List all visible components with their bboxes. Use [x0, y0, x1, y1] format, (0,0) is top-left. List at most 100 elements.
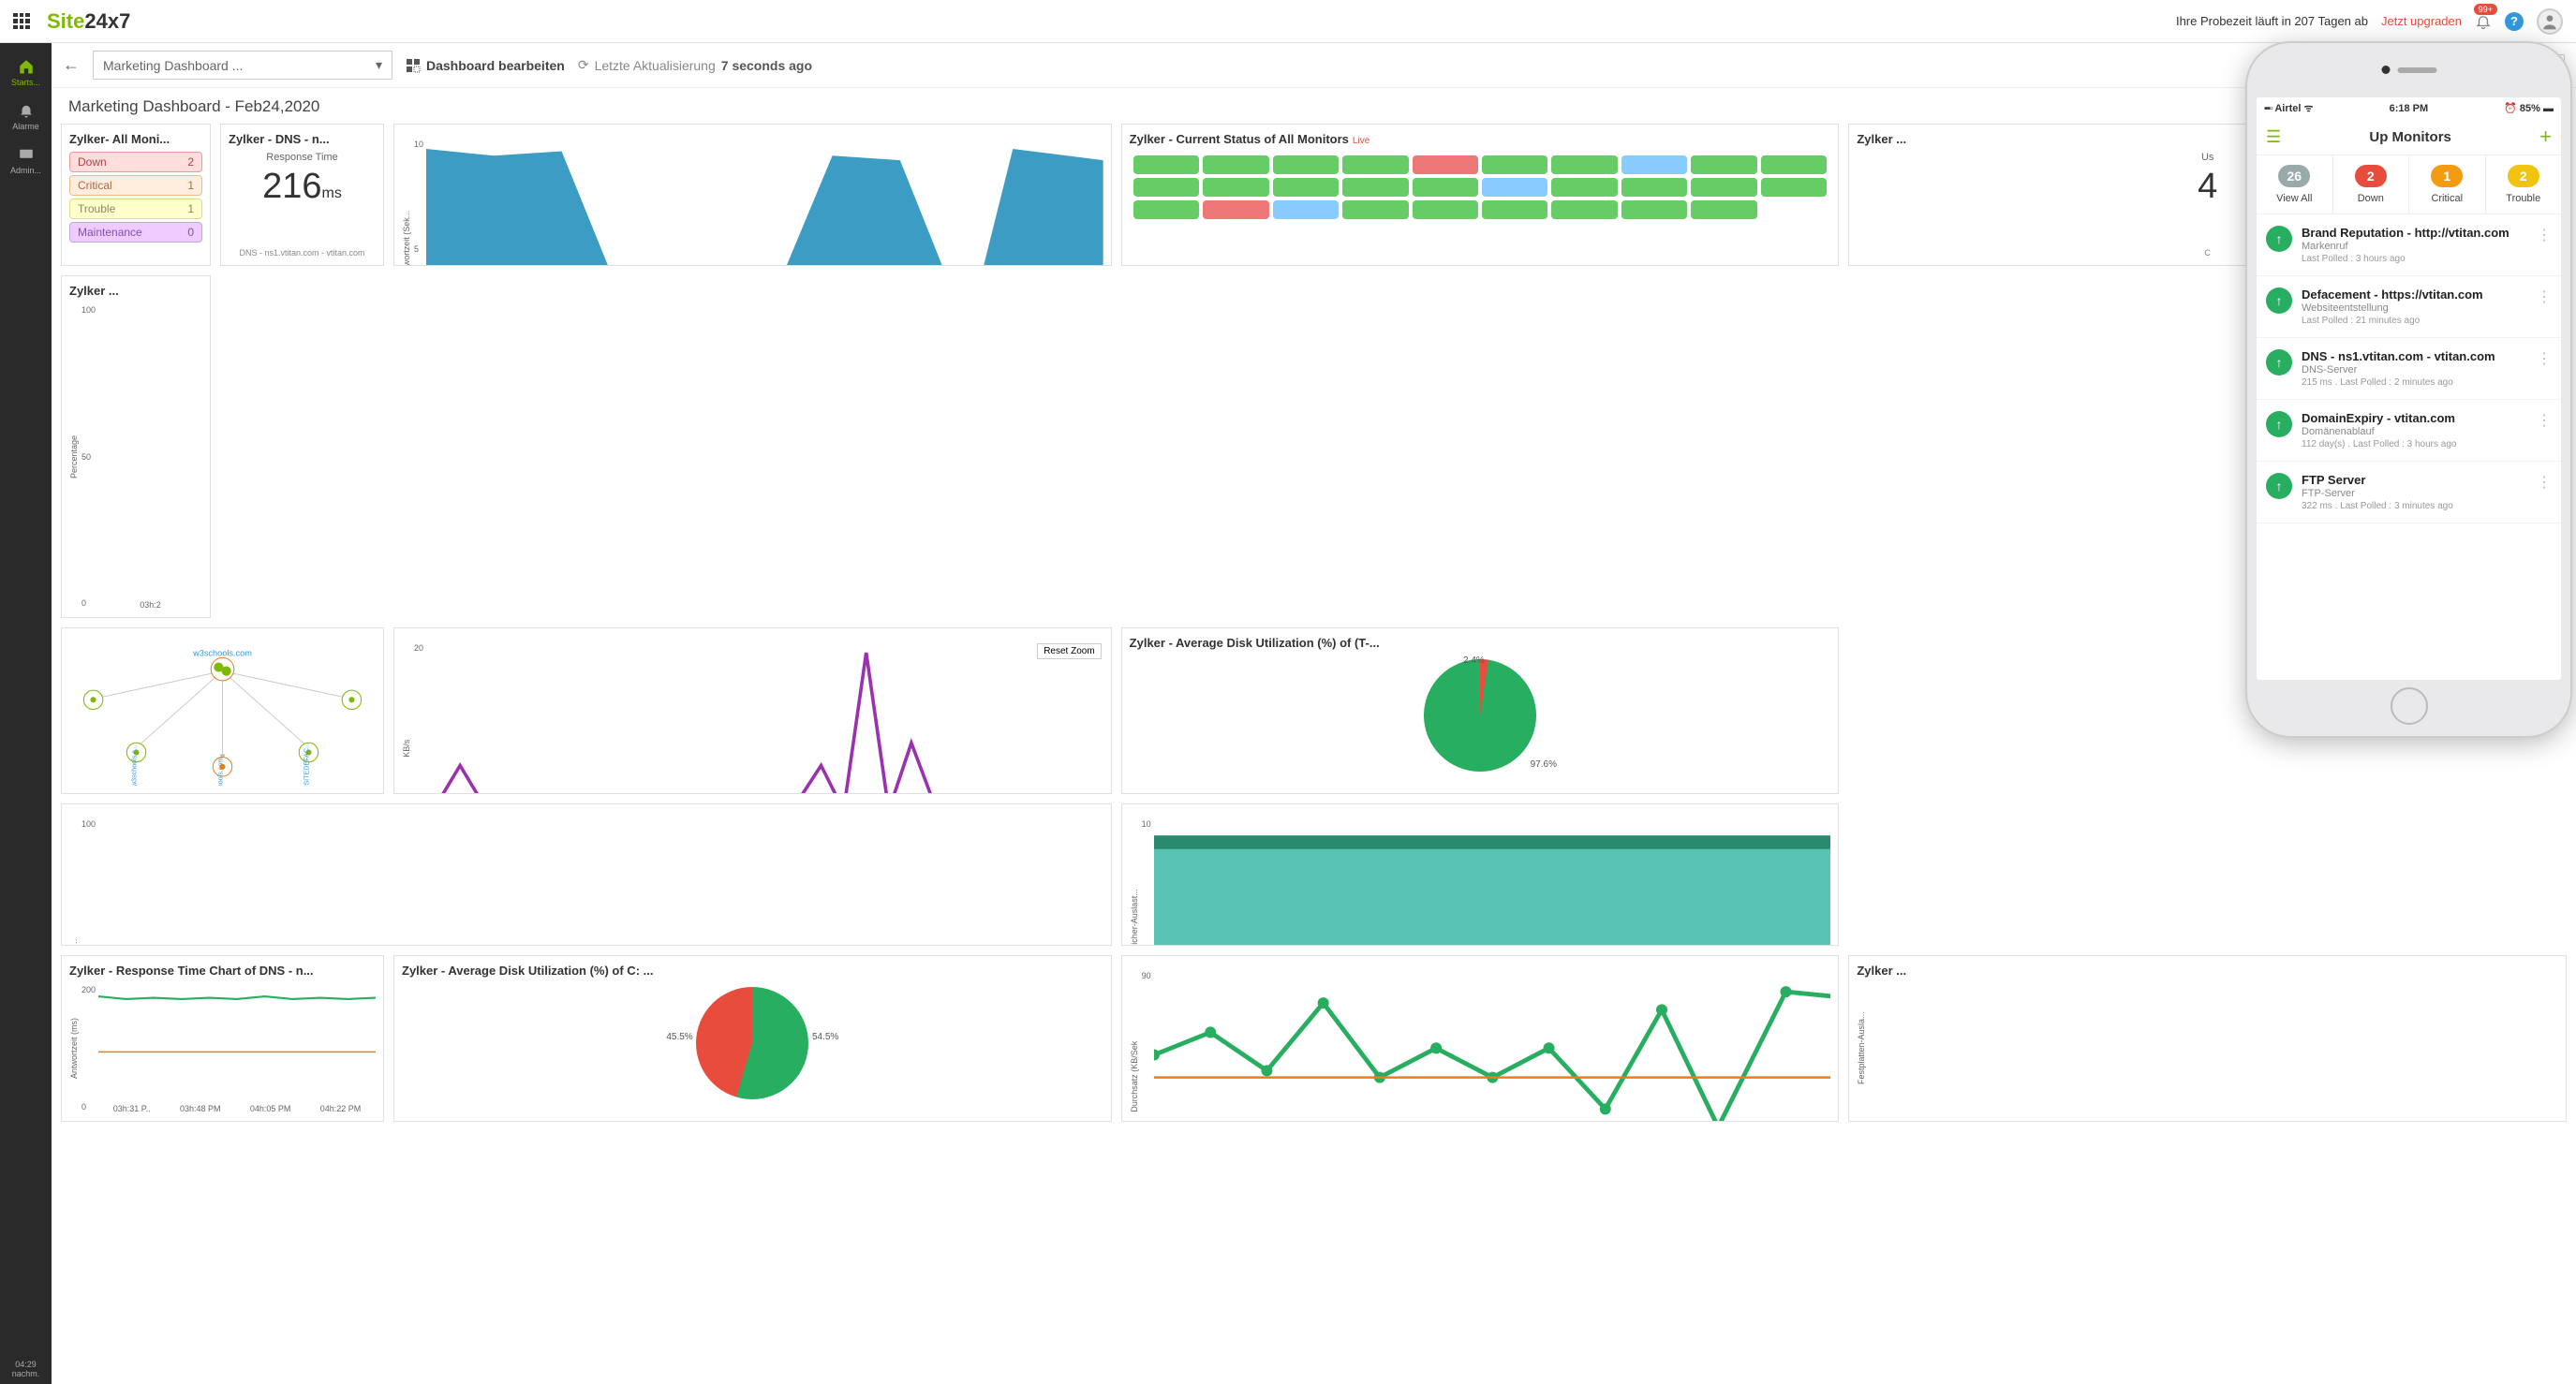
pie-chart[interactable]: 2.4% 97.6%: [1424, 659, 1536, 772]
status-row[interactable]: Critical1: [69, 175, 202, 196]
apps-grid-icon[interactable]: [13, 13, 30, 30]
upgrade-link[interactable]: Jetzt upgraden: [2381, 14, 2462, 28]
y-axis-label: Durchsatz (KB/Sek: [1130, 969, 1139, 1122]
status-cell[interactable]: [1621, 178, 1687, 197]
more-icon[interactable]: ⋮: [2537, 473, 2552, 492]
status-cell[interactable]: [1203, 178, 1268, 197]
more-icon[interactable]: ⋮: [2537, 411, 2552, 430]
status-row[interactable]: Trouble1: [69, 199, 202, 219]
sidebar-item-label: Starts...: [11, 78, 40, 87]
help-icon[interactable]: ?: [2505, 12, 2524, 31]
topology-plot[interactable]: w3schools.com GE-w3: [69, 642, 376, 786]
y-ticks: 90: [1139, 969, 1154, 1122]
svg-text:GE-w3schools.c...: GE-w3schools.c...: [131, 744, 139, 786]
reset-zoom-button[interactable]: Reset Zoom: [1037, 643, 1101, 659]
phone-home-button[interactable]: [2391, 687, 2428, 725]
monitor-item[interactable]: ↑FTP ServerFTP-Server322 ms . Last Polle…: [2257, 462, 2561, 523]
sidebar-item-start[interactable]: Starts...: [0, 51, 52, 95]
status-cell[interactable]: [1273, 155, 1339, 174]
status-row[interactable]: Down2: [69, 152, 202, 172]
notifications-icon[interactable]: 99+: [2475, 13, 2492, 30]
y-ticks: 200: [411, 641, 426, 794]
status-cell[interactable]: [1273, 178, 1339, 197]
status-cell[interactable]: [1482, 178, 1547, 197]
last-refresh[interactable]: ⟳ Letzte Aktualisierung 7 seconds ago: [578, 57, 812, 73]
counter-trouble[interactable]: 2Trouble: [2486, 155, 2562, 213]
status-cell[interactable]: [1413, 200, 1478, 219]
y-ticks: 105: [411, 138, 426, 266]
status-cell[interactable]: [1413, 155, 1478, 174]
status-cell[interactable]: [1273, 200, 1339, 219]
metric-label: Response Time: [229, 152, 376, 163]
counter-critical[interactable]: 1Critical: [2409, 155, 2486, 213]
y-ticks: 100500: [79, 817, 98, 946]
status-cell[interactable]: [1133, 200, 1199, 219]
sidebar-item-label: Admin...: [10, 166, 41, 175]
metric-value: 216ms: [229, 167, 376, 207]
pie-chart[interactable]: 45.5% 54.5%: [696, 987, 808, 1099]
status-cell[interactable]: [1413, 178, 1478, 197]
status-cell-grid: [1130, 152, 1831, 223]
status-row[interactable]: Maintenance0: [69, 222, 202, 243]
status-cell[interactable]: [1203, 155, 1268, 174]
status-cell[interactable]: [1203, 200, 1268, 219]
chart-plot[interactable]: [98, 983, 376, 1102]
status-cell[interactable]: [1551, 200, 1617, 219]
status-cell[interactable]: [1133, 155, 1199, 174]
monitor-list[interactable]: ↑Brand Reputation - http://vtitan.comMar…: [2257, 214, 2561, 680]
back-arrow-icon[interactable]: ←: [63, 55, 80, 75]
more-icon[interactable]: ⋮: [2537, 226, 2552, 244]
card-title: Zylker ...: [1857, 964, 2558, 978]
chevron-down-icon: ▾: [376, 57, 382, 73]
status-cell[interactable]: [1761, 178, 1827, 197]
status-cell[interactable]: [1691, 178, 1756, 197]
status-cell[interactable]: [1621, 200, 1687, 219]
chart-plot[interactable]: [426, 138, 1103, 266]
card-dns-response: Zylker - DNS - n... Response Time 216ms …: [220, 124, 384, 266]
status-cell[interactable]: [1621, 155, 1687, 174]
sidebar-clock: 04:29 nachm.: [7, 1354, 46, 1384]
monitor-item[interactable]: ↑Brand Reputation - http://vtitan.comMar…: [2257, 214, 2561, 276]
monitor-item[interactable]: ↑DomainExpiry - vtitan.comDomänenablauf1…: [2257, 400, 2561, 462]
status-cell[interactable]: [1133, 178, 1199, 197]
dashboard-selector[interactable]: Marketing Dashboard ...▾: [93, 51, 392, 80]
status-cell[interactable]: [1761, 155, 1827, 174]
wifi-icon: ᯤ: [2304, 103, 2314, 114]
status-cell[interactable]: [1482, 155, 1547, 174]
left-sidebar: Starts... Alarme Admin... 04:29 nachm.: [0, 43, 52, 1384]
status-cell[interactable]: [1551, 178, 1617, 197]
hamburger-icon[interactable]: ☰: [2266, 127, 2281, 147]
chart-plot[interactable]: Reset Zoom: [426, 641, 1103, 794]
counter-down[interactable]: 2Down: [2333, 155, 2410, 213]
status-cell[interactable]: [1342, 178, 1408, 197]
phone-statusbar: ▪▪▫ Airtel ᯤ 6:18 PM ⏰ 85% ▬: [2257, 97, 2561, 119]
more-icon[interactable]: ⋮: [2537, 287, 2552, 306]
status-cell[interactable]: [1551, 155, 1617, 174]
up-status-icon: ↑: [2266, 287, 2292, 314]
monitor-item[interactable]: ↑Defacement - https://vtitan.comWebsitee…: [2257, 276, 2561, 338]
add-icon[interactable]: +: [2539, 125, 2552, 149]
sidebar-item-alarms[interactable]: Alarme: [0, 95, 52, 139]
status-cell[interactable]: [1691, 200, 1756, 219]
more-icon[interactable]: ⋮: [2537, 349, 2552, 368]
chart-plot[interactable]: [1154, 817, 1831, 946]
chart-plot[interactable]: [98, 817, 1103, 946]
monitor-item[interactable]: ↑DNS - ns1.vtitan.com - vtitan.comDNS-Se…: [2257, 338, 2561, 400]
sidebar-item-label: Alarme: [12, 122, 39, 131]
status-cell[interactable]: [1482, 200, 1547, 219]
edit-dashboard-button[interactable]: Dashboard bearbeiten: [406, 58, 565, 73]
counter-view-all[interactable]: 26View All: [2257, 155, 2333, 213]
sidebar-item-admin[interactable]: Admin...: [0, 139, 52, 183]
metric-footer: DNS - ns1.vtitan.com - vtitan.com: [229, 248, 376, 258]
y-axis-label: Speicher-Auslast...: [1130, 817, 1139, 946]
card-disk-c: Zylker - Average Disk Utilization (%) of…: [393, 955, 1112, 1122]
chart-plot[interactable]: [1154, 969, 1831, 1122]
pie-label: 45.5%: [666, 1032, 692, 1042]
up-status-icon: ↑: [2266, 473, 2292, 499]
status-cell[interactable]: [1691, 155, 1756, 174]
chart-plot[interactable]: [98, 303, 202, 598]
status-cell[interactable]: [1342, 155, 1408, 174]
status-cell[interactable]: [1342, 200, 1408, 219]
user-avatar[interactable]: [2537, 8, 2563, 35]
card-cpu: Zylker - CPU Utilization of T-W CPU-Ausl…: [61, 803, 1112, 946]
